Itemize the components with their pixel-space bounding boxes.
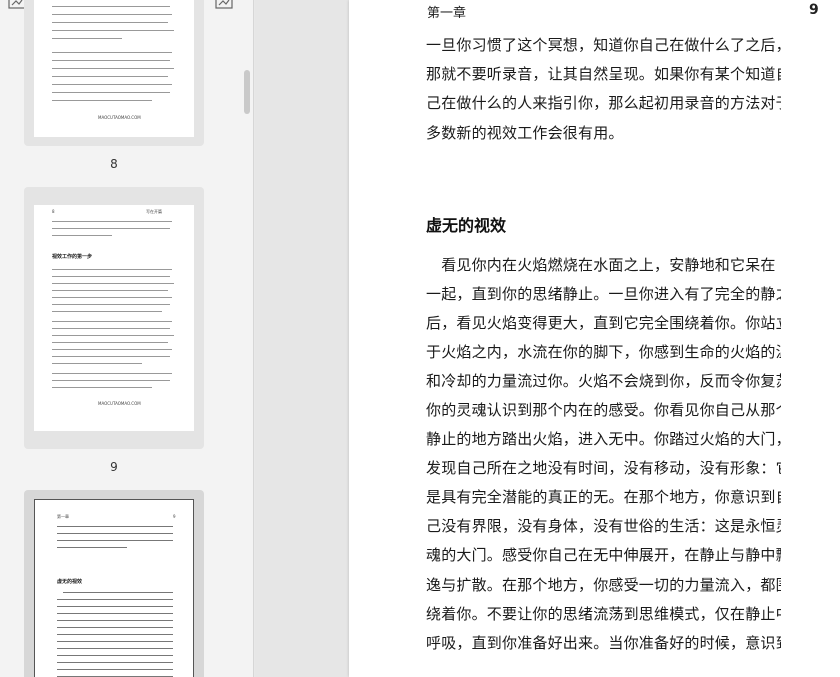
paragraph-line: 己没有界限，没有身体，没有世俗的生活：这是永恒灵 [426, 517, 781, 535]
paragraph-line: 于火焰之内，水流在你的脚下，你感到生命的火焰的温 [426, 343, 781, 361]
thumbnail-footer: MAOCUTAOMAO.COM [98, 401, 141, 406]
thumbnail-header-left: 8 [52, 209, 55, 214]
thumbnail-footer: MAOCUTAOMAO.COM [98, 115, 141, 120]
thumbnail-header-right: 9 [173, 514, 176, 519]
paragraph-line: 魂的大门。感受你自己在无中伸展开，在静止与静中飘 [426, 546, 781, 564]
sidebar-scrollbar[interactable] [244, 70, 250, 114]
paragraph-line: 后，看见火焰变得更大，直到它完全围绕着你。你站立 [426, 314, 781, 332]
paragraph-line: 静止的地方踏出火焰，进入无中。你踏过火焰的大门， [426, 430, 781, 448]
thumbnail-page-image: 8 写在开篇 视效工作的第一步 MAOCUTAOMAO.COM [34, 205, 194, 431]
paragraph-line: 一起，直到你的思绪静止。一旦你进入有了完全的静之 [426, 285, 781, 303]
page-number: 9 [809, 2, 819, 18]
paragraph-line: 绕着你。不要让你的思绪流荡到思维模式，仅在静止中 [426, 605, 781, 623]
paragraph-line: 你的灵魂认识到那个内在的感受。你看见你自己从那个 [426, 401, 781, 419]
thumbnail-section-title: 虚无的视效 [57, 579, 83, 585]
paragraph-line: 呼吸，直到你准备好出来。当你准备好的时候，意识到 [426, 634, 781, 652]
thumbnail-page-number: 9 [110, 460, 118, 474]
paragraph-line: 和冷却的力量流过你。火焰不会烧到你，反而令你复苏， [426, 372, 781, 390]
paragraph-line: 己在做什么的人来指引你，那么起初用录音的方法对于 [426, 94, 781, 112]
thumbnail-header-left: 第一章 [57, 514, 69, 519]
paragraph-line: 发现自己所在之地没有时间，没有移动，没有形象：它 [426, 459, 781, 477]
paragraph-line: 一旦你习惯了这个冥想，知道你自己在做什么了之后， [426, 36, 781, 54]
document-page: 第一章 9 一旦你习惯了这个冥想，知道你自己在做什么了之后， 那就不要听录音，让… [349, 0, 840, 677]
paragraph-line: 那就不要听录音，让其自然呈现。如果你有某个知道自 [426, 65, 781, 83]
document-viewer[interactable]: 第一章 9 一旦你习惯了这个冥想，知道你自己在做什么了之后， 那就不要听录音，让… [255, 0, 840, 677]
section-title: 虚无的视效 [426, 216, 507, 235]
thumbnail-page-current[interactable]: 第一章 9 虚无的视效 [24, 490, 204, 677]
thumbnail-page-8[interactable]: MAOCUTAOMAO.COM [24, 0, 204, 146]
thumbnail-page-image: MAOCUTAOMAO.COM [34, 0, 194, 137]
paragraph-line: 是具有完全潜能的真正的无。在那个地方，你意识到自 [426, 488, 781, 506]
paragraph-line: 逸与扩散。在那个地方，你感受一切的力量流入，都围 [426, 576, 781, 594]
paragraph-line: 看见你内在火焰燃烧在水面之上，安静地和它呆在 [426, 256, 776, 274]
thumbnail-page-9[interactable]: 8 写在开篇 视效工作的第一步 MAOCUTAOMAO.COM [24, 187, 204, 449]
paragraph-line: 多数新的视效工作会很有用。 [426, 124, 624, 142]
thumbnail-panel: MAOCUTAOMAO.COM 8 8 写在开篇 视效工作的第一步 MAOCUT… [0, 0, 254, 677]
thumbnail-page-image: 第一章 9 虚无的视效 [34, 499, 194, 677]
zoom-in-icon[interactable] [215, 0, 233, 10]
thumbnail-section-title: 视效工作的第一步 [52, 254, 93, 260]
thumbnail-page-number: 8 [110, 157, 118, 171]
page-header-chapter: 第一章 [427, 6, 467, 21]
thumbnail-header-right: 写在开篇 [146, 209, 162, 214]
